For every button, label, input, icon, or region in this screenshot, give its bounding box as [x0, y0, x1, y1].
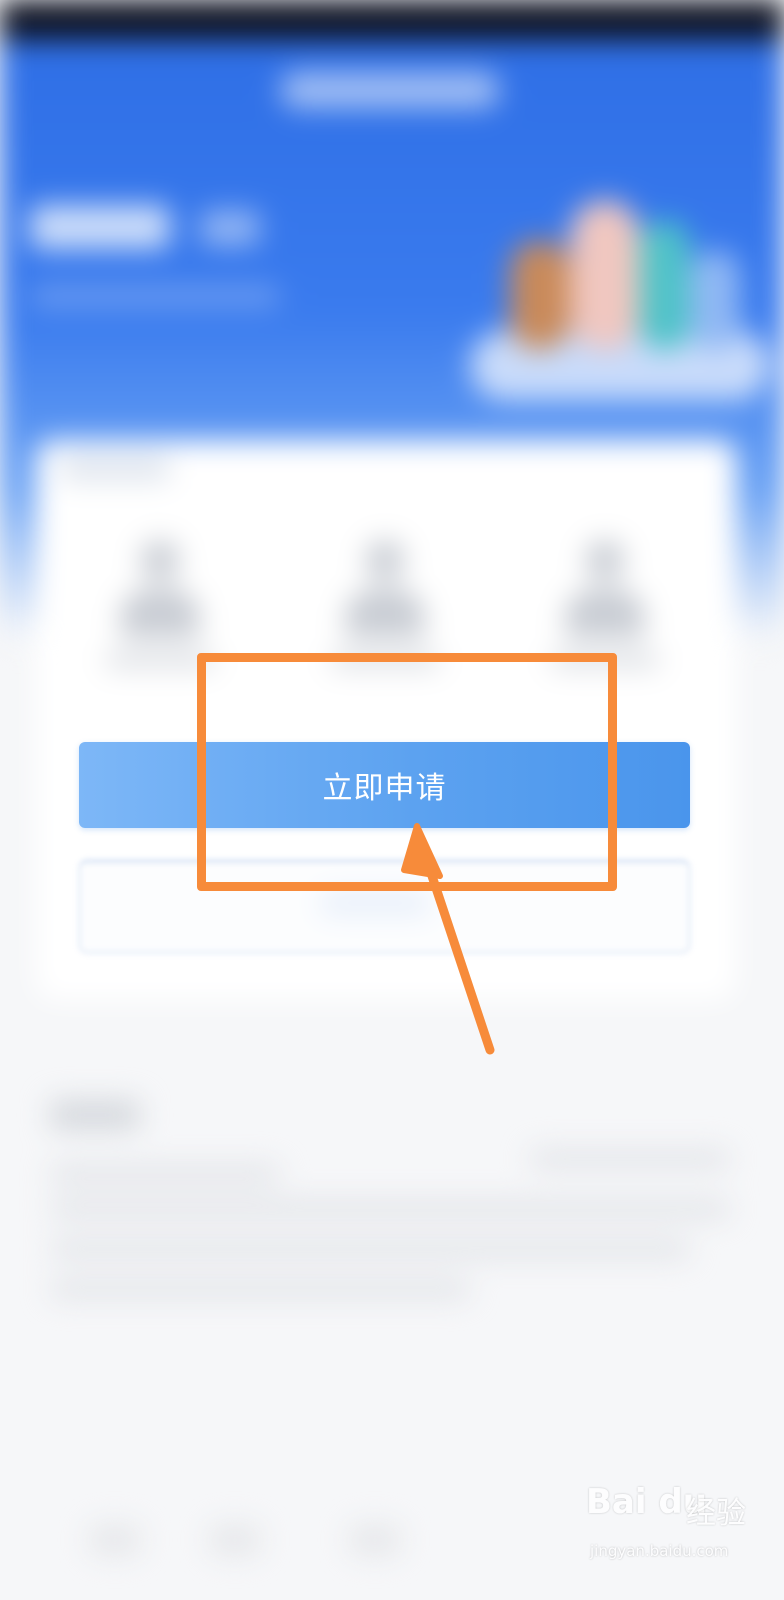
person-icon — [585, 540, 625, 580]
person-icon — [365, 540, 405, 580]
app-screen: 立即申请 Bai du 经验 jingyan.baidu.com — [0, 0, 784, 1600]
hero-title-placeholder-secondary — [200, 210, 260, 246]
person-icon-body — [565, 588, 645, 638]
text-line-placeholder — [530, 1150, 730, 1168]
hero-title-placeholder — [30, 205, 170, 249]
baidu-watermark: Bai du 经验 jingyan.baidu.com — [586, 1482, 776, 1572]
illustration-figure — [640, 220, 690, 350]
section-heading-placeholder — [50, 1100, 140, 1130]
annotation-highlight-box — [197, 653, 617, 891]
hero-illustration — [470, 190, 770, 400]
person-icon-body — [120, 588, 200, 638]
text-line-placeholder — [50, 1240, 690, 1258]
nav-title-placeholder — [280, 72, 500, 108]
footer-tab-placeholder — [350, 1525, 400, 1555]
watermark-url: jingyan.baidu.com — [590, 1542, 729, 1560]
jingyan-text: 经验 — [686, 1496, 746, 1531]
text-line-placeholder — [50, 1165, 280, 1183]
illustration-figure — [690, 250, 740, 350]
hero-subtitle-placeholder — [30, 285, 280, 307]
footer-tab-placeholder — [210, 1525, 260, 1555]
person-icon — [140, 540, 180, 580]
illustration-figure — [510, 240, 570, 350]
card-label-placeholder — [60, 455, 170, 481]
person-icon-body — [345, 588, 425, 638]
text-line-placeholder — [50, 1200, 730, 1218]
footer-tab-placeholder — [90, 1525, 140, 1555]
illustration-figure — [570, 200, 640, 350]
text-line-placeholder — [50, 1280, 470, 1298]
